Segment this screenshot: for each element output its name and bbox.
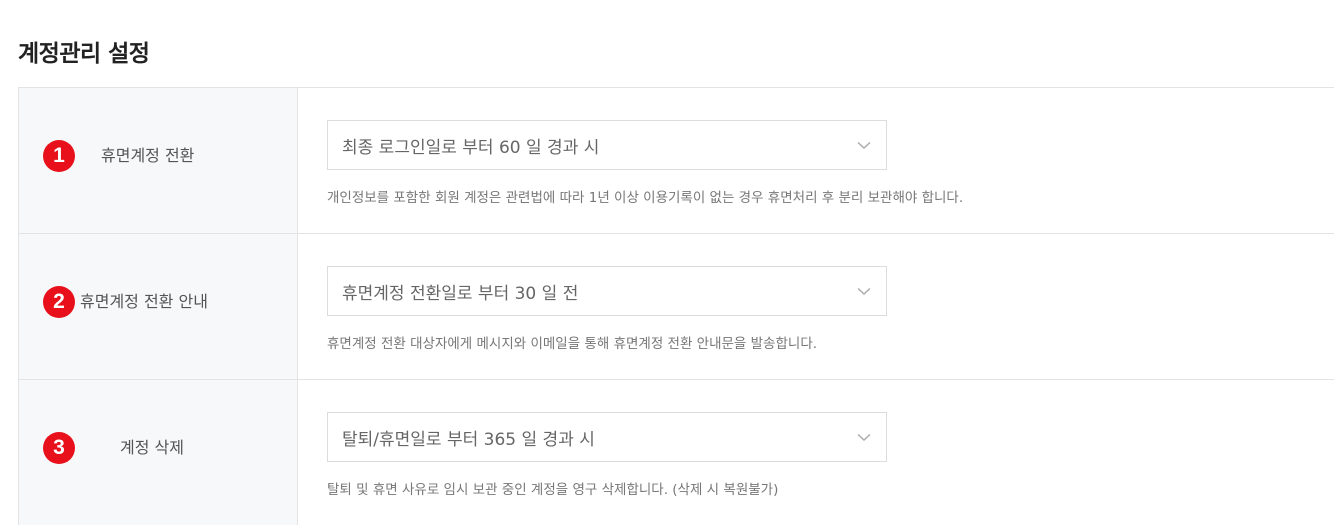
control-cell: 최종 로그인일로 부터 60 일 경과 시 개인정보를 포함한 회원 계정은 관… [298, 88, 1334, 233]
step-number-badge: 3 [43, 432, 75, 464]
label-cell: 3 계정 삭제 [18, 380, 298, 525]
chevron-down-icon [856, 429, 872, 445]
help-text: 개인정보를 포함한 회원 계정은 관련법에 따라 1년 이상 이용기록이 없는 … [327, 190, 964, 206]
chevron-down-icon [856, 137, 872, 153]
dormant-conversion-select[interactable]: 최종 로그인일로 부터 60 일 경과 시 [327, 120, 887, 170]
dormant-notice-select[interactable]: 휴면계정 전환일로 부터 30 일 전 [327, 266, 887, 316]
label-cell: 1 휴면계정 전환 [18, 88, 298, 233]
select-value: 휴면계정 전환일로 부터 30 일 전 [342, 283, 579, 304]
help-text: 휴면계정 전환 대상자에게 메시지와 이메일을 통해 휴면계정 전환 안내문을 … [327, 336, 818, 352]
step-number-badge: 2 [43, 286, 75, 318]
setting-row-account-deletion: 3 계정 삭제 탈퇴/휴면일로 부터 365 일 경과 시 탈퇴 및 휴면 사유… [18, 380, 1334, 525]
setting-label: 휴면계정 전환 안내 [80, 292, 208, 311]
setting-row-dormant-conversion: 1 휴면계정 전환 최종 로그인일로 부터 60 일 경과 시 개인정보를 포함… [18, 88, 1334, 234]
step-number-badge: 1 [43, 140, 75, 172]
account-deletion-select[interactable]: 탈퇴/휴면일로 부터 365 일 경과 시 [327, 412, 887, 462]
page-title: 계정관리 설정 [18, 41, 150, 67]
setting-label: 계정 삭제 [120, 438, 184, 457]
label-cell: 2 휴면계정 전환 안내 [18, 234, 298, 379]
setting-row-dormant-notice: 2 휴면계정 전환 안내 휴면계정 전환일로 부터 30 일 전 휴면계정 전환… [18, 234, 1334, 380]
help-text: 탈퇴 및 휴면 사유로 임시 보관 중인 계정을 영구 삭제합니다. (삭제 시… [327, 482, 779, 498]
settings-table: 1 휴면계정 전환 최종 로그인일로 부터 60 일 경과 시 개인정보를 포함… [18, 87, 1334, 525]
setting-label: 휴면계정 전환 [101, 146, 195, 165]
select-value: 최종 로그인일로 부터 60 일 경과 시 [342, 137, 600, 158]
chevron-down-icon [856, 283, 872, 299]
control-cell: 휴면계정 전환일로 부터 30 일 전 휴면계정 전환 대상자에게 메시지와 이… [298, 234, 1334, 379]
control-cell: 탈퇴/휴면일로 부터 365 일 경과 시 탈퇴 및 휴면 사유로 임시 보관 … [298, 380, 1334, 525]
select-value: 탈퇴/휴면일로 부터 365 일 경과 시 [342, 429, 595, 450]
